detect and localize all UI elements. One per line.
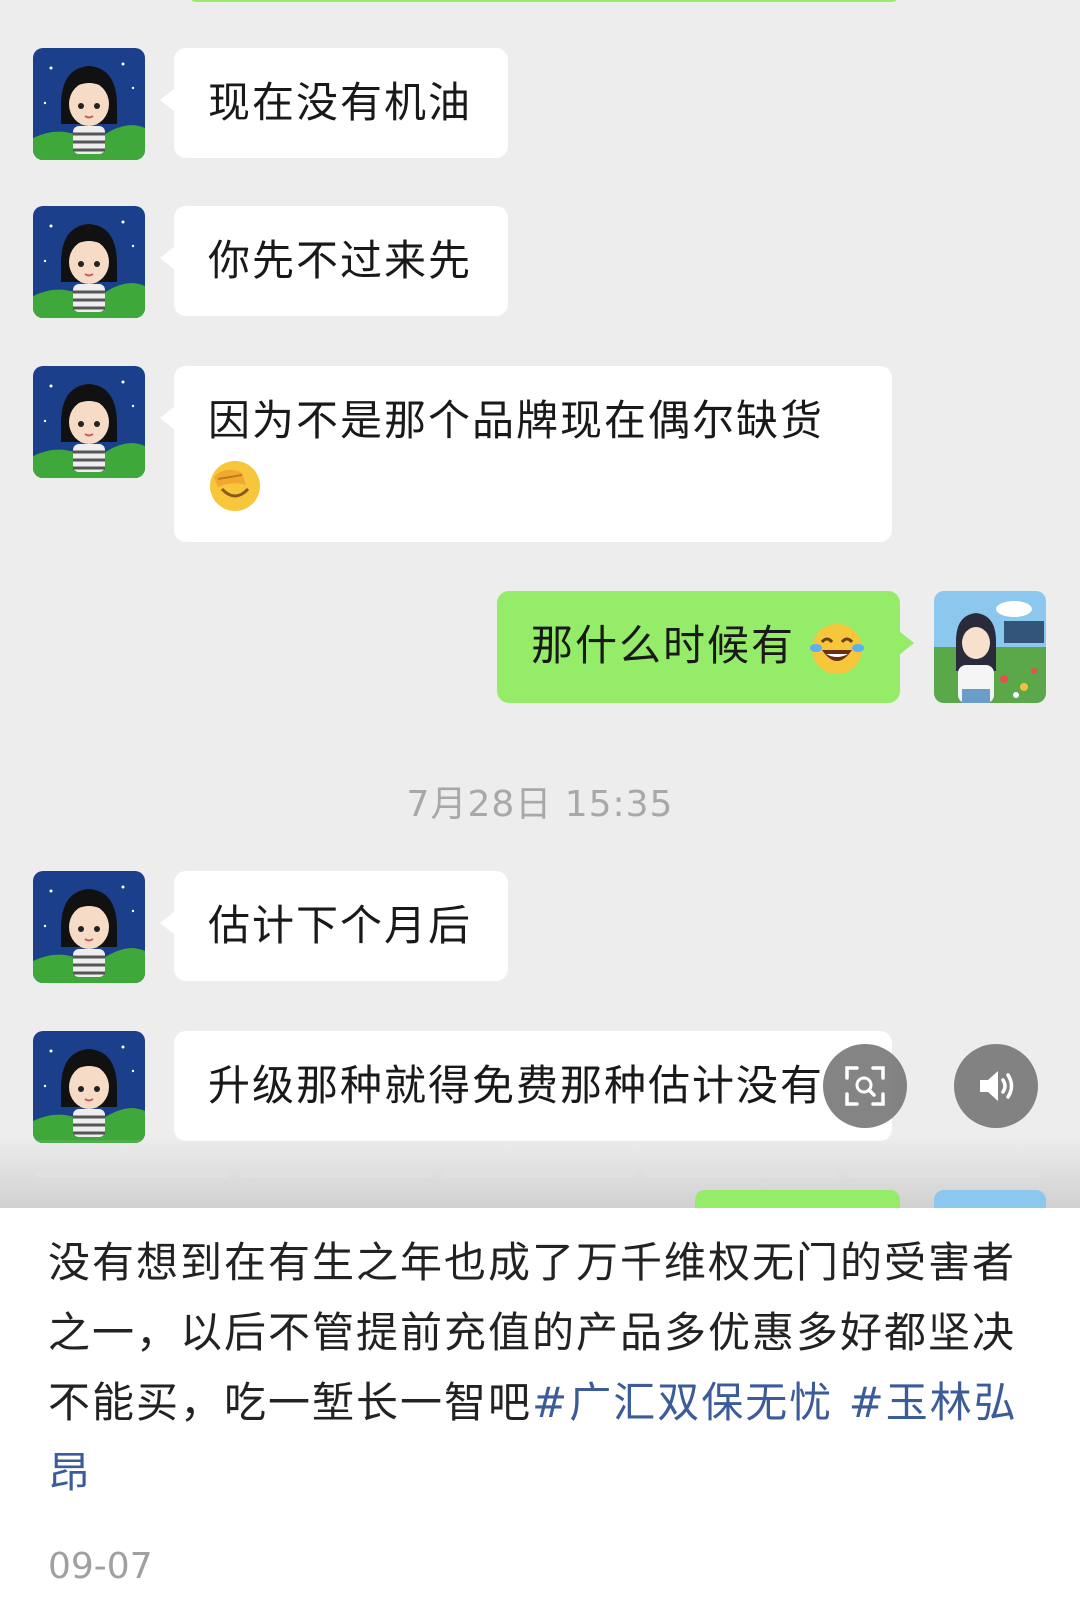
image-carousel-indicator[interactable]: [442, 1171, 635, 1178]
contact-avatar[interactable]: [33, 366, 145, 478]
message-text: 你先不过来先: [208, 236, 473, 285]
facepalm-emoji: [210, 460, 260, 511]
received-message-bubble[interactable]: 你先不过来先: [160, 206, 508, 316]
image-carousel-indicator[interactable]: [239, 1171, 432, 1178]
image-carousel-indicator[interactable]: [848, 1171, 1041, 1178]
contact-avatar[interactable]: [33, 1031, 145, 1143]
scan-image-icon: [845, 1066, 885, 1106]
chat-timestamp: 7月28日 15:35: [406, 784, 674, 825]
received-message-bubble[interactable]: 估计下个月后: [160, 871, 508, 981]
contact-avatar[interactable]: [33, 206, 145, 318]
previous-sent-bubble-edge: [188, 0, 900, 2]
image-carousel-indicator[interactable]: [645, 1171, 838, 1178]
scan-image-button[interactable]: [823, 1044, 907, 1128]
chat-area: 现在没有机油 你先不过来先 因为不是那个品牌现在偶尔缺货 那什么时候有 7月28…: [0, 0, 1080, 1208]
image-carousel-indicator[interactable]: [36, 1171, 229, 1178]
post-text-block: 没有想到在有生之年也成了万千维权无门的受害者之一，以后不管提前充值的产品多优惠多…: [48, 1228, 1038, 1508]
next-sent-bubble-edge: [695, 1190, 900, 1208]
my-avatar[interactable]: [934, 591, 1046, 703]
message-text: 升级那种就得免费那种估计没有: [208, 1061, 825, 1110]
speaker-button[interactable]: [954, 1044, 1038, 1128]
post-caption: 没有想到在有生之年也成了万千维权无门的受害者之一，以后不管提前充值的产品多优惠多…: [0, 1208, 1080, 1622]
speaker-icon: [980, 1071, 1014, 1101]
tears-of-joy-emoji: [810, 623, 865, 674]
message-text: 估计下个月后: [208, 901, 473, 950]
contact-avatar[interactable]: [33, 871, 145, 983]
received-message-bubble[interactable]: 升级那种就得免费那种估计没有: [174, 1031, 892, 1141]
post-date: 09-07: [48, 1546, 153, 1587]
received-message-bubble[interactable]: 因为不是那个品牌现在偶尔缺货: [160, 366, 892, 542]
contact-avatar[interactable]: [33, 48, 145, 160]
received-message-bubble[interactable]: 现在没有机油: [160, 48, 508, 158]
hashtag-link[interactable]: #广汇双保无忧: [532, 1378, 833, 1427]
next-avatar-edge: [934, 1190, 1046, 1208]
message-text: 现在没有机油: [208, 78, 473, 127]
message-text: 因为不是那个品牌现在偶尔缺货: [208, 396, 825, 445]
sent-message-bubble[interactable]: 那什么时候有: [497, 591, 914, 703]
message-text: 那什么时候有: [531, 621, 796, 670]
